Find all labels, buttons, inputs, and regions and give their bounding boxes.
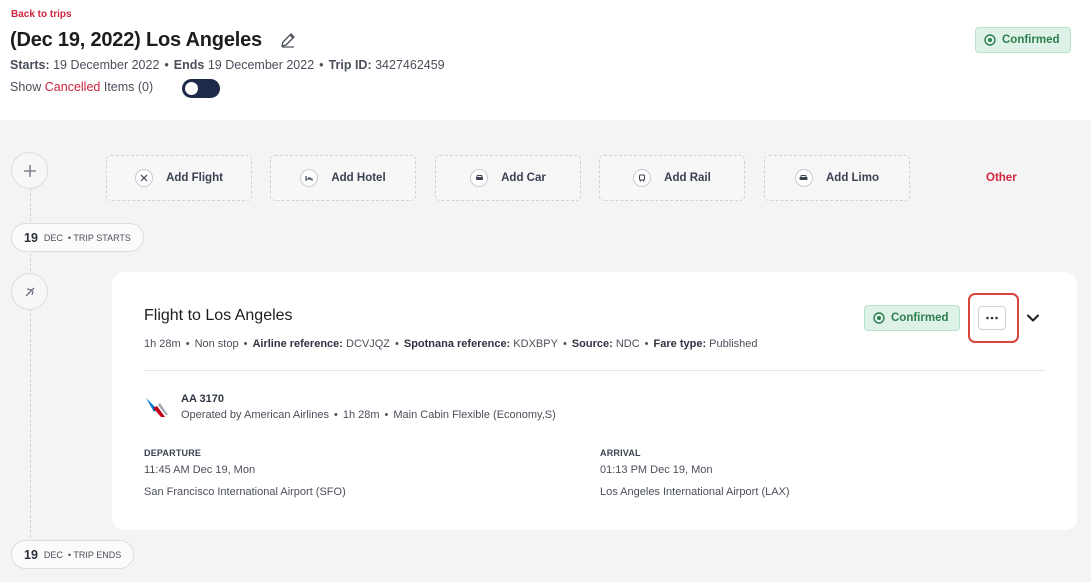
ellipsis-icon	[986, 316, 998, 320]
add-rail-tile[interactable]: Add Rail	[599, 155, 745, 201]
starts-value: 19 December 2022	[53, 58, 160, 72]
flight-status-badge: Confirmed	[864, 305, 960, 331]
departure-airport: San Francisco International Airport (SFO…	[144, 486, 346, 498]
toggle-knob	[185, 82, 198, 95]
american-airlines-logo	[144, 393, 170, 419]
add-hotel-tile[interactable]: Add Hotel	[270, 155, 416, 201]
edit-pencil-icon[interactable]	[279, 31, 297, 49]
departure-label: DEPARTURE	[144, 448, 202, 458]
limo-icon	[794, 169, 813, 187]
plane-icon	[135, 169, 154, 187]
trip-header: Back to trips (Dec 19, 2022) Los Angeles…	[0, 0, 1091, 120]
departure-time: 11:45 AM Dec 19, Mon	[144, 464, 256, 476]
car-icon	[470, 169, 489, 187]
card-divider	[144, 370, 1045, 371]
flight-summary: 1h 28m • Non stop • Airline reference: DCVJQ…	[144, 338, 758, 350]
trip-status-badge: Confirmed	[975, 27, 1071, 53]
add-flight-tile[interactable]: Add Flight	[106, 155, 252, 201]
plane-icon	[25, 287, 34, 296]
ends-value: 19 December 2022	[207, 58, 315, 72]
check-circle-icon	[984, 34, 996, 46]
ends-label: Ends	[173, 58, 205, 72]
bed-icon	[300, 169, 319, 187]
add-item-button[interactable]	[11, 152, 48, 189]
check-circle-icon	[873, 312, 885, 324]
trip-end-pill: 19 DEC • TRIP ENDS	[11, 540, 135, 569]
back-to-trips-link[interactable]: Back to trips	[11, 9, 72, 20]
arrival-airport: Los Angeles International Airport (LAX)	[600, 486, 790, 498]
other-link[interactable]: Other	[986, 172, 1017, 184]
more-options-button[interactable]	[978, 306, 1006, 330]
trip-id-label: Trip ID:	[328, 58, 372, 72]
add-car-tile[interactable]: Add Car	[435, 155, 581, 201]
trip-id-value: 3427462459	[375, 58, 445, 72]
flight-number: AA 3170	[181, 393, 225, 405]
starts-label: Starts:	[10, 58, 50, 72]
flight-title: Flight to Los Angeles	[144, 307, 293, 324]
trip-start-pill: 19 DEC • TRIP STARTS	[11, 223, 144, 252]
trip-dates-line: Starts: 19 December 2022 • Ends 19 Decembe…	[10, 58, 445, 72]
page-title: (Dec 19, 2022) Los Angeles	[10, 29, 262, 51]
arrival-label: ARRIVAL	[600, 448, 641, 458]
chevron-down-icon[interactable]	[1023, 308, 1043, 328]
flight-card: Flight to Los Angeles 1h 28m • Non stop • Ai…	[112, 272, 1077, 530]
show-cancelled-label: Show Cancelled Items (0)	[10, 80, 154, 94]
operated-by-line: Operated by American Airlines • 1h 28m • Mai…	[181, 409, 556, 421]
show-cancelled-toggle[interactable]	[182, 79, 220, 98]
plus-icon	[23, 164, 36, 177]
add-limo-tile[interactable]: Add Limo	[764, 155, 910, 201]
train-icon	[633, 169, 652, 187]
flight-timeline-marker	[11, 273, 48, 310]
arrival-time: 01:13 PM Dec 19, Mon	[600, 464, 713, 476]
